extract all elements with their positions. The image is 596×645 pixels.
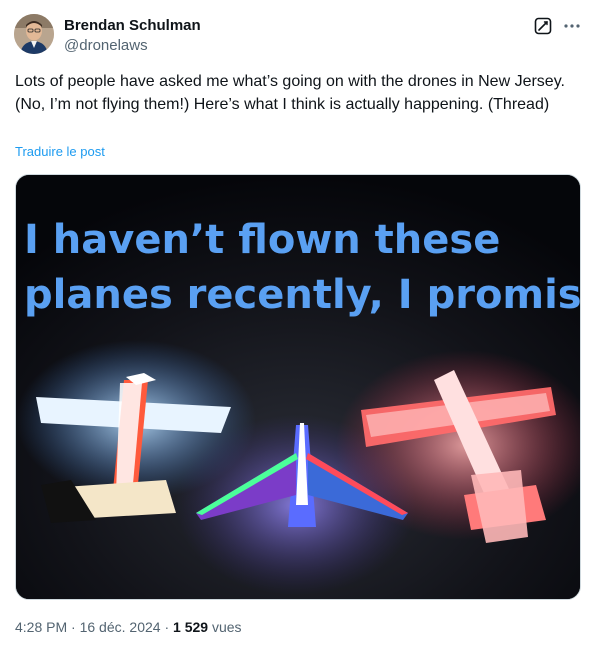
- avatar[interactable]: [14, 14, 54, 54]
- author-name[interactable]: Brendan Schulman: [64, 17, 201, 34]
- post-date[interactable]: 16 déc. 2024: [80, 619, 161, 635]
- tweet-text: Lots of people have asked me what’s goin…: [15, 73, 565, 113]
- tweet-metadata: 4:28 PM · 16 déc. 2024 · 1 529 vues: [15, 619, 242, 635]
- media-caption-line1: I haven’t flown these: [24, 217, 500, 263]
- translate-post-link[interactable]: Traduire le post: [15, 144, 105, 159]
- post-time[interactable]: 4:28 PM: [15, 619, 67, 635]
- media-caption-line2: planes recently, I promise.: [24, 272, 581, 318]
- tweet-media-image[interactable]: I haven’t flown these planes recently, I…: [15, 174, 581, 600]
- tweet-header: Brendan Schulman @dronelaws: [14, 14, 582, 58]
- more-options-icon[interactable]: [562, 16, 582, 36]
- author-handle[interactable]: @dronelaws: [64, 37, 148, 54]
- grok-icon[interactable]: [534, 17, 552, 35]
- meta-separator: ·: [160, 619, 174, 635]
- meta-separator: ·: [67, 619, 80, 635]
- views-label: vues: [208, 619, 242, 635]
- views-count: 1 529: [173, 619, 209, 635]
